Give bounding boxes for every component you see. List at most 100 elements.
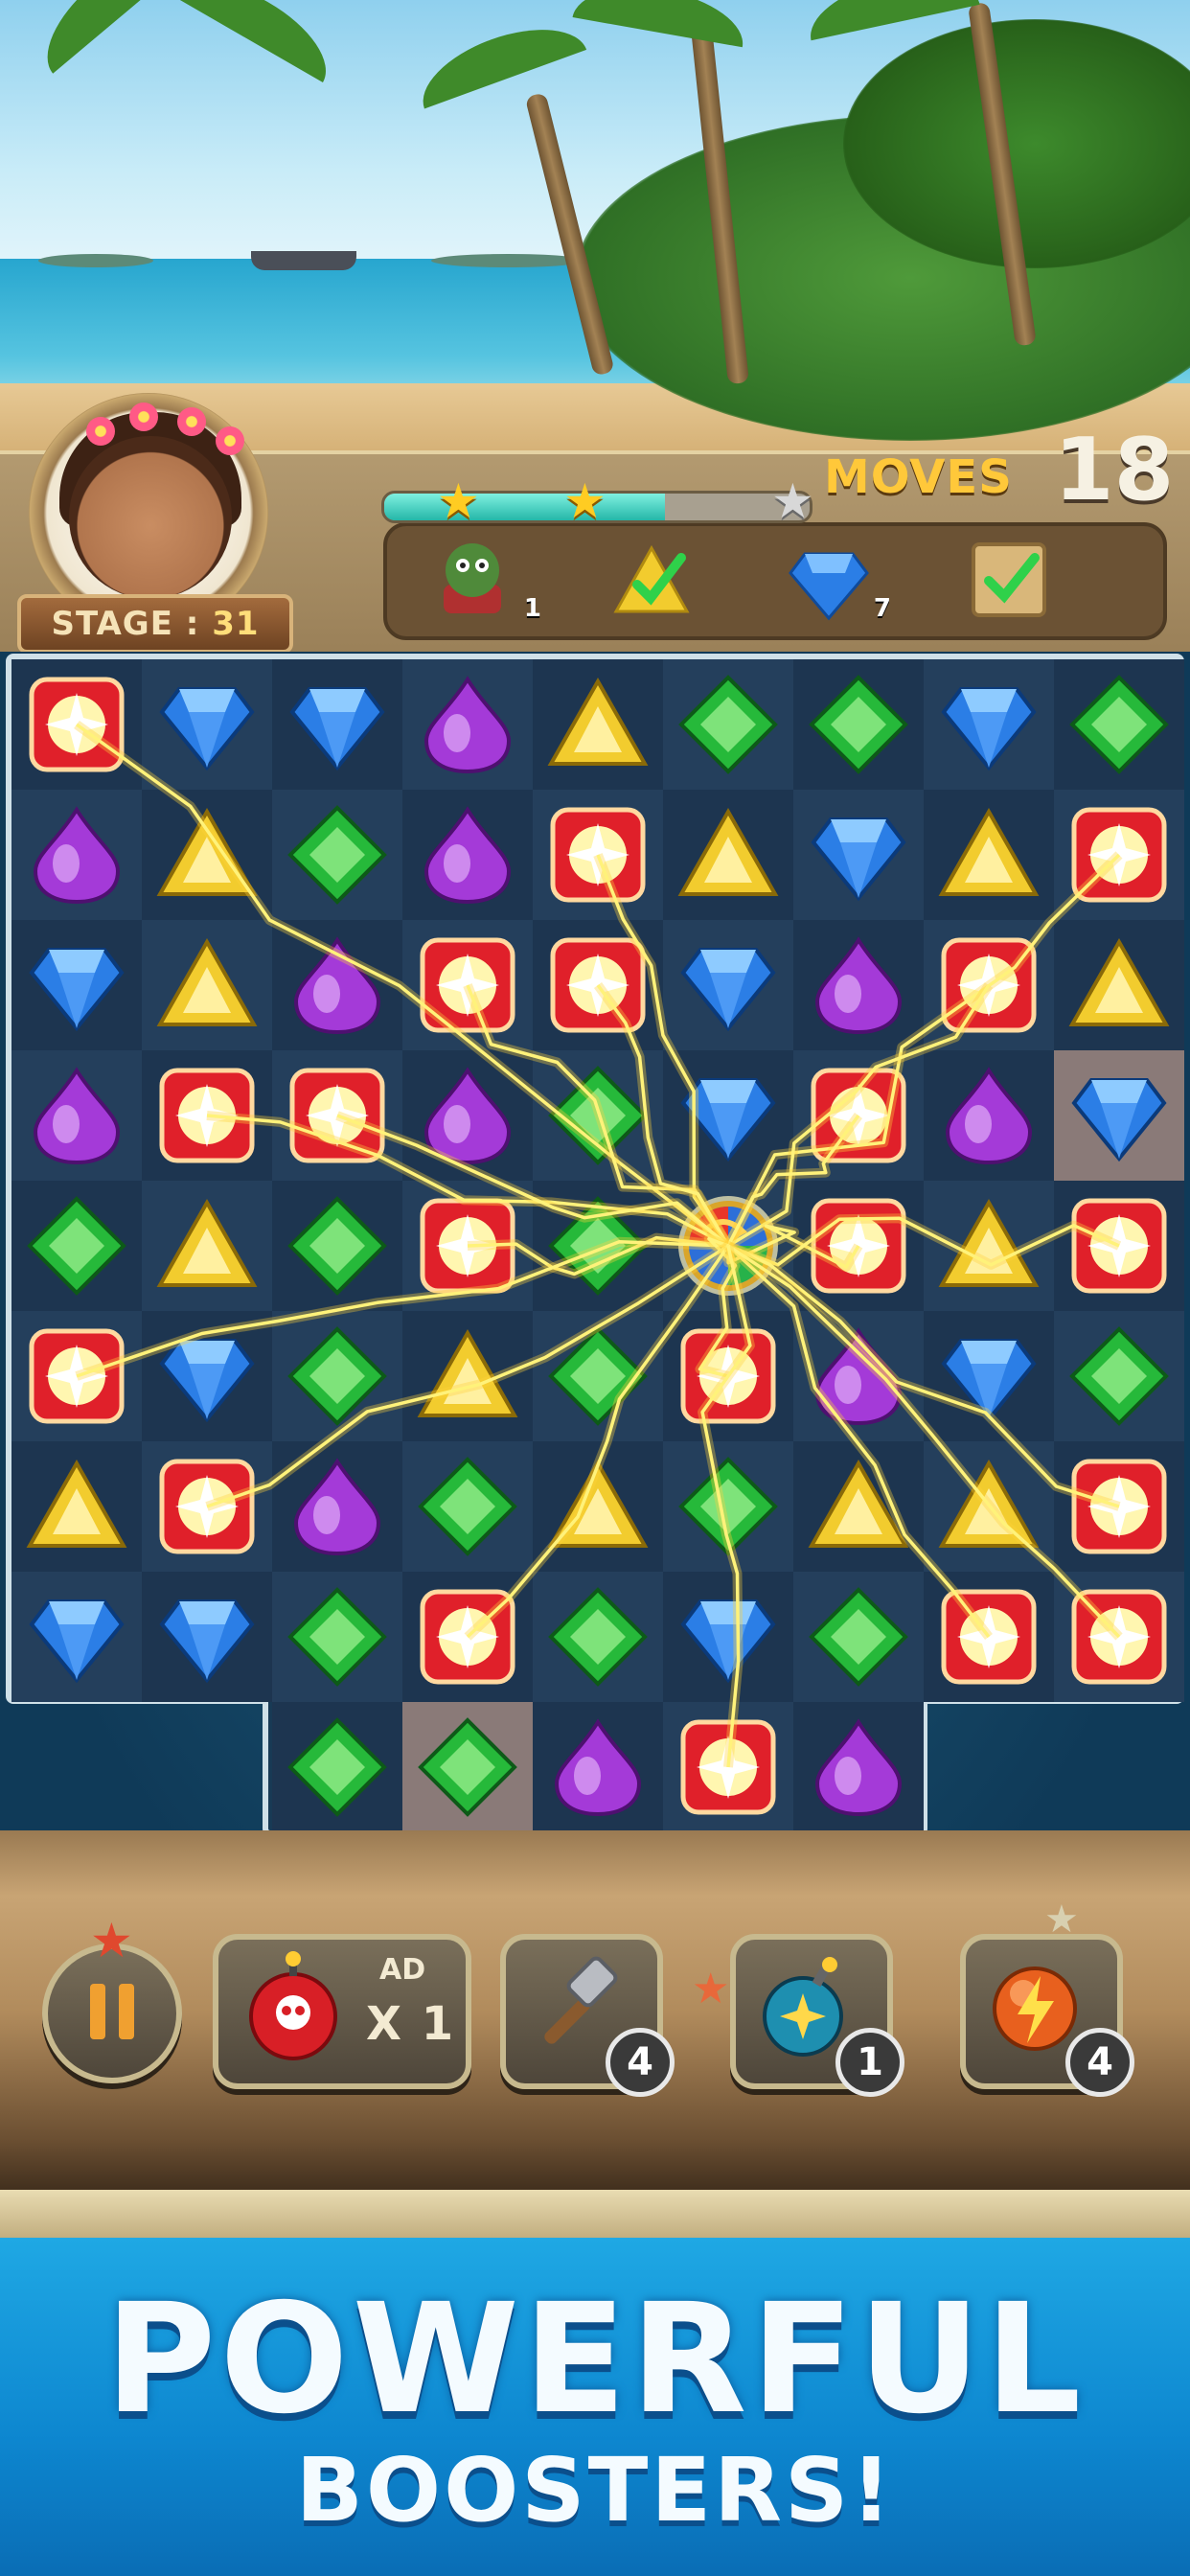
blue-gem[interactable] bbox=[154, 1323, 260, 1429]
board-cell[interactable] bbox=[663, 790, 793, 920]
red-gem[interactable] bbox=[545, 802, 651, 908]
board-cell[interactable] bbox=[924, 1311, 1054, 1441]
yellow-gem[interactable] bbox=[936, 1454, 1041, 1559]
purple-gem[interactable] bbox=[806, 1323, 911, 1429]
green-gem[interactable] bbox=[285, 802, 390, 908]
board-cell[interactable] bbox=[533, 1311, 663, 1441]
yellow-gem[interactable] bbox=[545, 1454, 651, 1559]
yellow-gem[interactable] bbox=[154, 802, 260, 908]
board-cell[interactable] bbox=[793, 920, 924, 1050]
board-cell[interactable] bbox=[142, 1050, 272, 1181]
green-gem[interactable] bbox=[285, 1193, 390, 1299]
red-gem[interactable] bbox=[1066, 1193, 1172, 1299]
board-cell[interactable] bbox=[924, 1181, 1054, 1311]
red-gem[interactable] bbox=[936, 1584, 1041, 1690]
yellow-gem[interactable] bbox=[806, 1454, 911, 1559]
board-cell[interactable] bbox=[142, 920, 272, 1050]
yellow-gem[interactable] bbox=[154, 1193, 260, 1299]
board-cell[interactable] bbox=[11, 1050, 142, 1181]
red-gem[interactable] bbox=[24, 672, 129, 777]
board-cell[interactable] bbox=[142, 1572, 272, 1702]
blue-gem[interactable] bbox=[154, 672, 260, 777]
purple-gem[interactable] bbox=[415, 672, 520, 777]
board-cell[interactable] bbox=[402, 659, 533, 790]
lightning-booster-button[interactable]: 4 bbox=[960, 1934, 1134, 2097]
board-cell[interactable] bbox=[402, 790, 533, 920]
red-gem[interactable] bbox=[675, 1323, 781, 1429]
board-cell[interactable] bbox=[272, 1572, 402, 1702]
yellow-gem[interactable] bbox=[24, 1454, 129, 1559]
blue-gem[interactable] bbox=[285, 672, 390, 777]
board-cell[interactable] bbox=[793, 1311, 924, 1441]
board-cell[interactable] bbox=[533, 1441, 663, 1572]
board-cell[interactable] bbox=[1054, 1050, 1184, 1181]
red-gem[interactable] bbox=[675, 1714, 781, 1820]
board-cell[interactable] bbox=[663, 920, 793, 1050]
board-cell[interactable] bbox=[1054, 659, 1184, 790]
board-cell[interactable] bbox=[1054, 920, 1184, 1050]
board-cell[interactable] bbox=[11, 920, 142, 1050]
red-gem[interactable] bbox=[154, 1454, 260, 1559]
board-cell[interactable] bbox=[663, 1572, 793, 1702]
purple-gem[interactable] bbox=[936, 1063, 1041, 1168]
yellow-gem[interactable] bbox=[1066, 932, 1172, 1038]
hammer-booster-button[interactable]: 4 bbox=[500, 1934, 675, 2097]
red-gem[interactable] bbox=[936, 932, 1041, 1038]
board-cell[interactable] bbox=[402, 920, 533, 1050]
red-gem[interactable] bbox=[285, 1063, 390, 1168]
yellow-gem[interactable] bbox=[415, 1323, 520, 1429]
purple-gem[interactable] bbox=[806, 932, 911, 1038]
board-cell[interactable] bbox=[924, 920, 1054, 1050]
color-bomb-orb[interactable] bbox=[675, 1193, 781, 1299]
board-cell[interactable] bbox=[272, 920, 402, 1050]
board-cell[interactable] bbox=[663, 1702, 793, 1832]
red-gem[interactable] bbox=[24, 1323, 129, 1429]
board-cell[interactable] bbox=[1054, 790, 1184, 920]
blue-gem[interactable] bbox=[675, 932, 781, 1038]
board-cell[interactable] bbox=[272, 1181, 402, 1311]
purple-gem[interactable] bbox=[415, 802, 520, 908]
board-cell[interactable] bbox=[793, 659, 924, 790]
red-gem[interactable] bbox=[806, 1063, 911, 1168]
red-gem[interactable] bbox=[415, 932, 520, 1038]
board-cell[interactable] bbox=[272, 1050, 402, 1181]
green-gem[interactable] bbox=[545, 1323, 651, 1429]
green-gem[interactable] bbox=[806, 672, 911, 777]
blue-gem[interactable] bbox=[936, 1323, 1041, 1429]
red-gem[interactable] bbox=[545, 932, 651, 1038]
ad-booster-button[interactable]: AD X 1 bbox=[213, 1934, 471, 2089]
board-cell[interactable] bbox=[402, 1311, 533, 1441]
board-cell[interactable] bbox=[533, 790, 663, 920]
blue-gem[interactable] bbox=[936, 672, 1041, 777]
board-cell[interactable] bbox=[402, 1441, 533, 1572]
board-cell[interactable] bbox=[402, 1050, 533, 1181]
blue-gem[interactable] bbox=[675, 1063, 781, 1168]
board-cell[interactable] bbox=[533, 1181, 663, 1311]
board-cell[interactable] bbox=[142, 1441, 272, 1572]
yellow-gem[interactable] bbox=[675, 802, 781, 908]
board-cell[interactable] bbox=[793, 1050, 924, 1181]
board-cell[interactable] bbox=[402, 1702, 533, 1832]
board-cell[interactable] bbox=[663, 1441, 793, 1572]
board-cell[interactable] bbox=[533, 1702, 663, 1832]
red-gem[interactable] bbox=[1066, 1454, 1172, 1559]
board-cell[interactable] bbox=[793, 1572, 924, 1702]
purple-gem[interactable] bbox=[285, 932, 390, 1038]
green-gem[interactable] bbox=[675, 1454, 781, 1559]
green-gem[interactable] bbox=[675, 672, 781, 777]
board-cell[interactable] bbox=[533, 1050, 663, 1181]
board-cell[interactable] bbox=[11, 1311, 142, 1441]
board-cell[interactable] bbox=[272, 1702, 402, 1832]
green-gem[interactable] bbox=[285, 1323, 390, 1429]
board-cell[interactable] bbox=[1054, 1181, 1184, 1311]
red-gem[interactable] bbox=[154, 1063, 260, 1168]
red-gem[interactable] bbox=[415, 1584, 520, 1690]
purple-gem[interactable] bbox=[415, 1063, 520, 1168]
board-cell[interactable] bbox=[402, 1181, 533, 1311]
green-gem[interactable] bbox=[415, 1714, 520, 1820]
board-cell[interactable] bbox=[924, 790, 1054, 920]
board-cell[interactable] bbox=[11, 1181, 142, 1311]
green-gem[interactable] bbox=[285, 1584, 390, 1690]
board-cell[interactable] bbox=[272, 1311, 402, 1441]
board-cell[interactable] bbox=[663, 1050, 793, 1181]
